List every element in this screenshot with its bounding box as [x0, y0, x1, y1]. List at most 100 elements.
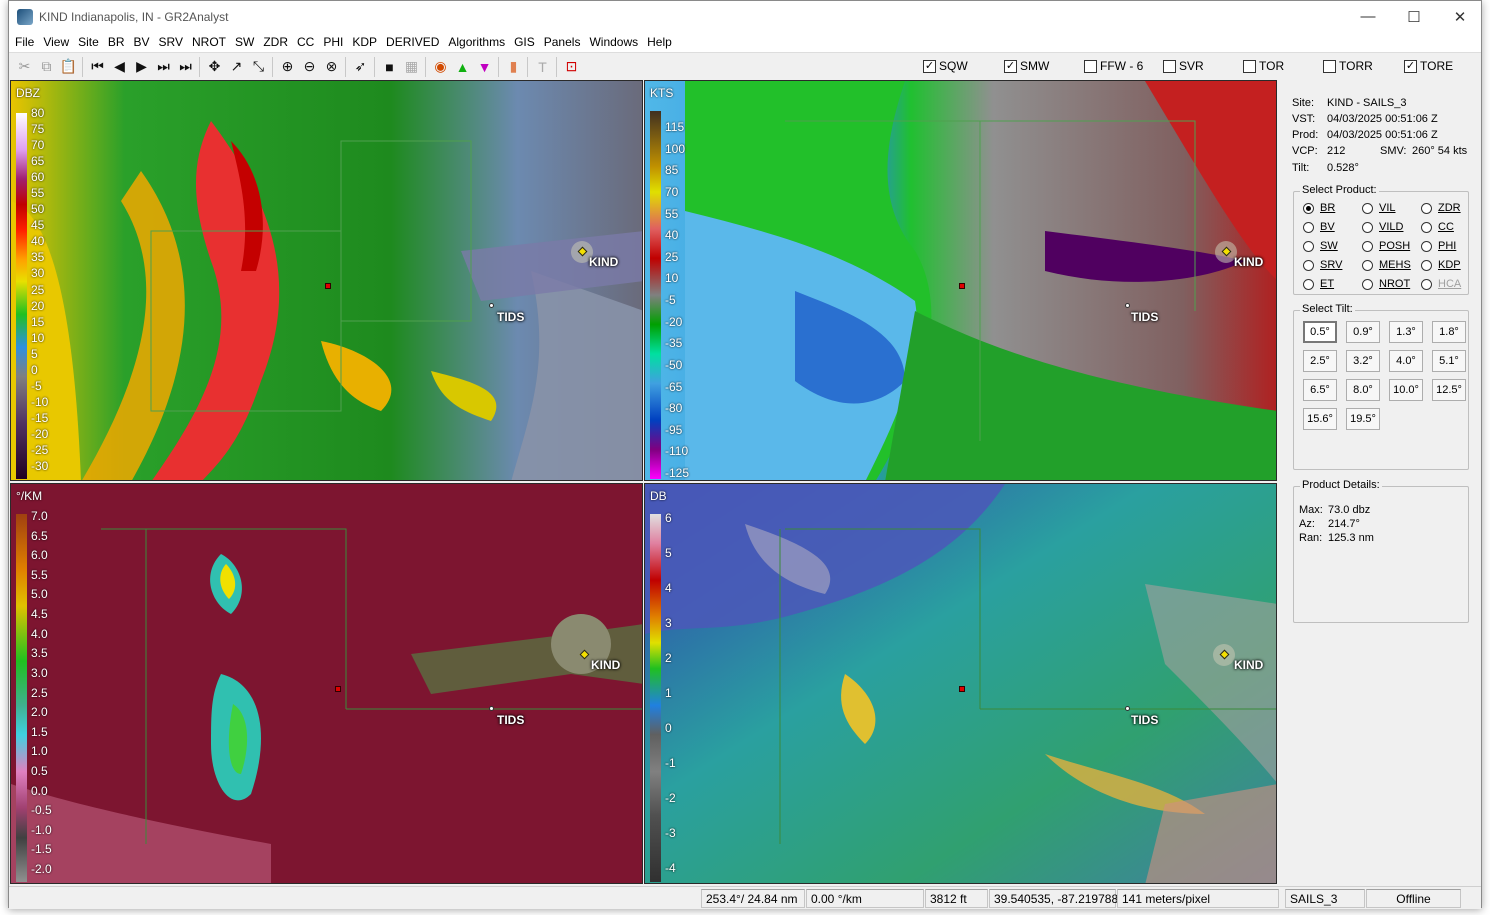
radio-icon[interactable] — [1421, 259, 1432, 271]
checkbox-icon[interactable] — [1323, 59, 1336, 73]
menu-gis[interactable]: GIS — [514, 35, 544, 49]
menu-windows[interactable]: Windows — [589, 35, 647, 49]
product-radio-zdr[interactable]: ZDR — [1421, 202, 1461, 214]
grid-icon[interactable]: ▦ — [401, 56, 422, 77]
product-radio-bv[interactable]: BV — [1303, 221, 1335, 233]
product-radio-phi[interactable]: PHI — [1421, 240, 1456, 252]
menu-srv[interactable]: SRV — [159, 35, 192, 49]
menu-panels[interactable]: Panels — [544, 35, 590, 49]
stop-icon[interactable]: ⊡ — [561, 56, 582, 77]
zoom-out-icon[interactable]: ⊖ — [299, 56, 320, 77]
tilt-button[interactable]: 1.3° — [1389, 321, 1423, 343]
warning-toggle-smw[interactable]: ✓ SMW — [1004, 59, 1049, 73]
tilt-button[interactable]: 3.2° — [1346, 350, 1380, 372]
radio-icon[interactable] — [1421, 202, 1432, 214]
warning-toggle-tore[interactable]: ✓ TORE — [1404, 59, 1453, 73]
close-button[interactable]: ✕ — [1437, 1, 1483, 32]
first-frame-icon[interactable]: ⏮ — [87, 56, 108, 77]
tilt-button[interactable]: 10.0° — [1389, 379, 1423, 401]
menu-bv[interactable]: BV — [134, 35, 159, 49]
tilt-button[interactable]: 12.5° — [1432, 379, 1466, 401]
product-radio-sw[interactable]: SW — [1303, 240, 1338, 252]
checkbox-icon[interactable] — [1084, 59, 1097, 73]
tilt-button[interactable]: 4.0° — [1389, 350, 1423, 372]
radio-icon[interactable] — [1362, 221, 1373, 233]
radio-icon[interactable] — [1303, 278, 1314, 290]
menu-view[interactable]: View — [43, 35, 78, 49]
menu-sw[interactable]: SW — [235, 35, 263, 49]
last-frame-icon[interactable]: ⏭ — [175, 56, 196, 77]
zoom-in-icon[interactable]: ⊕ — [277, 56, 298, 77]
product-radio-et[interactable]: ET — [1303, 278, 1334, 290]
tilt-button[interactable]: 19.5° — [1346, 408, 1380, 430]
copy-icon[interactable]: ⧉ — [36, 56, 57, 77]
mesocyclone-icon[interactable]: ▲ — [452, 56, 473, 77]
product-radio-nrot[interactable]: NROT — [1362, 278, 1410, 290]
overlay-icon[interactable]: ▮ — [503, 56, 524, 77]
step-back-icon[interactable]: ◀ — [109, 56, 130, 77]
product-radio-mehs[interactable]: MEHS — [1362, 259, 1411, 271]
panel-zdr[interactable]: DB 6 5 4 3 2 1 0 -1 -2 -3 -4 KIND TIDS — [644, 483, 1277, 884]
radio-icon[interactable] — [1362, 259, 1373, 271]
cut-icon[interactable]: ✂ — [14, 56, 35, 77]
menu-br[interactable]: BR — [108, 35, 134, 49]
product-radio-br[interactable]: BR — [1303, 202, 1335, 214]
storm-motion-icon[interactable]: ➶ — [350, 56, 371, 77]
radio-icon[interactable] — [1303, 202, 1314, 214]
tilt-button[interactable]: 5.1° — [1432, 350, 1466, 372]
radio-icon[interactable] — [1362, 202, 1373, 214]
product-radio-vil[interactable]: VIL — [1362, 202, 1396, 214]
checkbox-icon[interactable] — [1243, 59, 1256, 73]
menu-help[interactable]: Help — [647, 35, 681, 49]
menu-phi[interactable]: PHI — [323, 35, 352, 49]
tornado-detection-icon[interactable]: ◉ — [430, 56, 451, 77]
cross-section-icon[interactable]: ⤡ — [248, 56, 269, 77]
tilt-button[interactable]: 0.5° — [1303, 321, 1337, 343]
text-icon[interactable]: T — [532, 56, 553, 77]
radio-icon[interactable] — [1303, 221, 1314, 233]
product-radio-posh[interactable]: POSH — [1362, 240, 1410, 252]
warning-toggle-tor[interactable]: TOR — [1243, 59, 1284, 73]
checkbox-icon[interactable]: ✓ — [923, 59, 936, 73]
product-radio-vild[interactable]: VILD — [1362, 221, 1403, 233]
zoom-reset-icon[interactable]: ⊗ — [321, 56, 342, 77]
warning-toggle-svr[interactable]: SVR — [1163, 59, 1204, 73]
radio-icon[interactable] — [1303, 240, 1314, 252]
panel-reflectivity[interactable]: DBZ 80 75 70 65 60 55 50 45 40 35 30 25 20 15 10 5 0 -5 -1… — [10, 80, 643, 481]
checkbox-icon[interactable]: ✓ — [1004, 59, 1017, 73]
menu-nrot[interactable]: NROT — [192, 35, 235, 49]
tilt-button[interactable]: 2.5° — [1303, 350, 1337, 372]
radio-icon[interactable] — [1362, 278, 1373, 290]
pan-icon[interactable]: ✥ — [204, 56, 225, 77]
hail-icon[interactable]: ▼ — [474, 56, 495, 77]
measure-icon[interactable]: ↗ — [226, 56, 247, 77]
menu-derived[interactable]: DERIVED — [386, 35, 448, 49]
tilt-button[interactable]: 15.6° — [1303, 408, 1337, 430]
product-radio-kdp[interactable]: KDP — [1421, 259, 1461, 271]
tilt-button[interactable]: 0.9° — [1346, 321, 1380, 343]
tilt-button[interactable]: 8.0° — [1346, 379, 1380, 401]
warning-toggle-ffw-6[interactable]: FFW - 6 — [1084, 59, 1143, 73]
product-radio-cc[interactable]: CC — [1421, 221, 1454, 233]
tilt-button[interactable]: 6.5° — [1303, 379, 1337, 401]
menu-zdr[interactable]: ZDR — [263, 35, 297, 49]
warning-toggle-torr[interactable]: TORR — [1323, 59, 1373, 73]
paste-icon[interactable]: 📋 — [58, 56, 79, 77]
tilt-button[interactable]: 1.8° — [1432, 321, 1466, 343]
maximize-button[interactable]: ☐ — [1391, 1, 1437, 32]
menu-site[interactable]: Site — [78, 35, 108, 49]
panel-kdp[interactable]: °/KM 7.0 6.5 6.0 5.5 5.0 4.5 4.0 3.5 3.0 2.5 2.0 1.… — [10, 483, 643, 884]
menu-algorithms[interactable]: Algorithms — [448, 35, 514, 49]
radio-icon[interactable] — [1362, 240, 1373, 252]
play-icon[interactable]: ▶ — [131, 56, 152, 77]
volume-icon[interactable]: ■ — [379, 56, 400, 77]
menu-file[interactable]: File — [15, 35, 43, 49]
minimize-button[interactable]: — — [1345, 1, 1391, 32]
menu-cc[interactable]: CC — [297, 35, 323, 49]
radio-icon[interactable] — [1303, 259, 1314, 271]
product-radio-srv[interactable]: SRV — [1303, 259, 1342, 271]
checkbox-icon[interactable]: ✓ — [1404, 59, 1417, 73]
step-forward-icon[interactable]: ⏭ — [153, 56, 174, 77]
checkbox-icon[interactable] — [1163, 59, 1176, 73]
menu-kdp[interactable]: KDP — [352, 35, 386, 49]
